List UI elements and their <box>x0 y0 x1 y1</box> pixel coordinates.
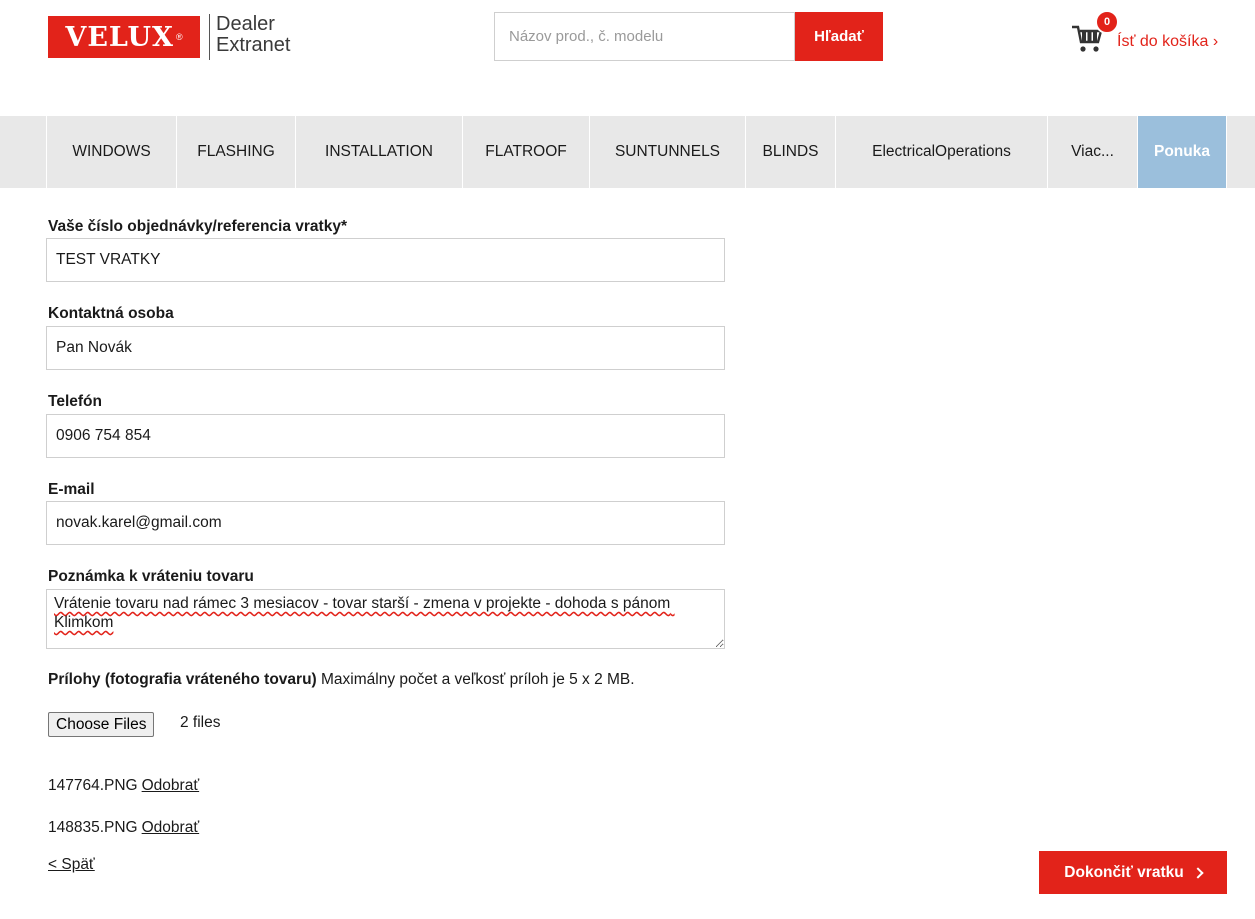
attachment-row: 147764.PNG Odobrať <box>48 777 199 795</box>
velux-logo[interactable]: VELUX ® <box>48 16 200 58</box>
site-subtitle: Dealer Extranet <box>216 14 326 56</box>
nav-item-more[interactable]: Viac... <box>1047 116 1137 188</box>
logo-text: VELUX <box>65 21 174 53</box>
nav-item-windows[interactable]: WINDOWS <box>46 116 176 188</box>
search-input[interactable] <box>494 12 795 61</box>
contact-person-label: Kontaktná osoba <box>48 305 174 322</box>
cart-label: Ísť do košíka › <box>1117 33 1219 50</box>
phone-field[interactable] <box>46 414 725 458</box>
attachments-label: Prílohy (fotografia vráteného tovaru) Ma… <box>48 671 635 689</box>
nav-item-flatroof[interactable]: FLATROOF <box>462 116 589 188</box>
remove-attachment-link[interactable]: Odobrať <box>142 777 200 794</box>
nav-item-blinds[interactable]: BLINDS <box>745 116 835 188</box>
nav-item-electrical-operations[interactable]: ElectricalOperations <box>835 116 1047 188</box>
nav-item-ponuka[interactable]: Ponuka <box>1137 116 1226 188</box>
finish-return-label: Dokončiť vratku <box>1064 863 1184 881</box>
nav-item-installation[interactable]: INSTALLATION <box>295 116 462 188</box>
email-label: E-mail <box>48 481 95 498</box>
search-button[interactable]: Hľadať <box>795 12 883 61</box>
chevron-right-icon <box>1192 866 1204 879</box>
order-ref-label: Vaše číslo objednávky/referencia vratky* <box>48 218 347 235</box>
email-field[interactable] <box>46 501 725 545</box>
attachments-label-title: Prílohy (fotografia vráteného tovaru) <box>48 671 317 688</box>
attachment-filename: 148835.PNG <box>48 819 138 836</box>
finish-return-button[interactable]: Dokončiť vratku <box>1039 851 1227 894</box>
attachments-label-hint: Maximálny počet a veľkosť príloh je 5 x … <box>316 671 635 688</box>
nav-item-suntunnels[interactable]: SUNTUNNELS <box>589 116 745 188</box>
file-count: 2 files <box>180 714 221 731</box>
phone-label: Telefón <box>48 393 102 410</box>
subtitle-line-1: Dealer <box>216 13 275 35</box>
attachment-row: 148835.PNG Odobrať <box>48 819 199 837</box>
contact-person-field[interactable] <box>46 326 725 370</box>
remove-attachment-link[interactable]: Odobrať <box>142 819 200 836</box>
attachment-filename: 147764.PNG <box>48 777 138 794</box>
nav-divider <box>1226 116 1227 188</box>
return-note-textarea[interactable] <box>46 589 725 649</box>
cart-count-badge: 0 <box>1095 10 1119 34</box>
return-note-label: Poznámka k vráteniu tovaru <box>48 568 254 585</box>
nav-item-flashing[interactable]: FLASHING <box>176 116 295 188</box>
logo-divider <box>209 14 210 60</box>
subtitle-line-2: Extranet <box>216 34 291 56</box>
back-link[interactable]: < Späť <box>48 856 95 874</box>
cart-link[interactable]: 0 Ísť do košíka › <box>1071 10 1241 60</box>
choose-files-button[interactable]: Choose Files <box>48 712 155 737</box>
order-ref-field[interactable] <box>46 238 725 282</box>
logo-registered-mark: ® <box>175 32 183 42</box>
main-navigation: WINDOWS FLASHING INSTALLATION FLATROOF S… <box>0 116 1255 188</box>
